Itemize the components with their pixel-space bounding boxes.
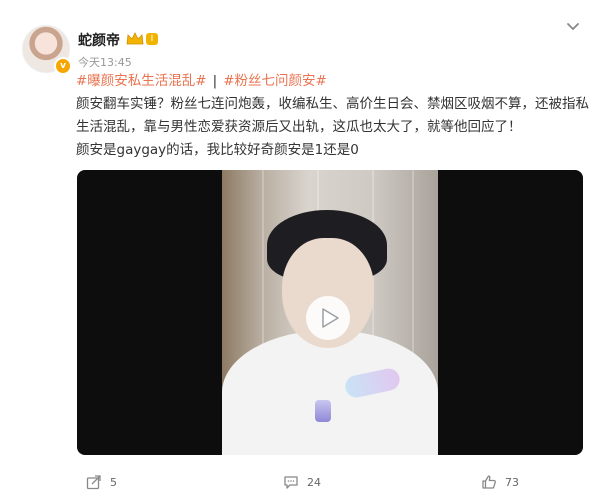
chevron-down-icon[interactable] — [566, 22, 580, 32]
weibo-post: v 蛇颜帝 I 今天13:45 #曝颜安私生活混乱# | #粉丝七问颜安# 颜安翻车… — [0, 0, 600, 497]
verified-badge-icon: v — [54, 57, 72, 75]
video-player[interactable] — [77, 170, 583, 455]
video-prop-cup — [315, 400, 331, 422]
post-text-line-3: 颜安是gaygay的话，我比较好奇颜安是1还是0 — [76, 142, 359, 158]
comment-button[interactable]: 24 — [283, 472, 321, 492]
username[interactable]: 蛇颜帝 — [78, 30, 120, 50]
action-bar: 5 24 73 — [0, 468, 600, 494]
hashtag-separator: | — [212, 73, 218, 89]
share-count: 5 — [110, 475, 117, 489]
like-count: 73 — [505, 475, 519, 489]
comment-icon — [284, 476, 298, 489]
hashtag-link-2[interactable]: #粉丝七问颜安# — [223, 73, 327, 89]
post-text-line-1: 颜安翻车实锤？粉丝七连问炮轰，收编私生、高价生日会、禁烟区吸烟不算，还被指私 — [76, 96, 589, 112]
level-badge: I — [146, 33, 158, 45]
share-button[interactable]: 5 — [86, 472, 117, 492]
hashtag-row: #曝颜安私生活混乱# | #粉丝七问颜安# — [76, 70, 588, 93]
post-timestamp: 今天13:45 — [78, 56, 132, 69]
play-icon[interactable] — [305, 295, 351, 341]
like-button[interactable]: 73 — [481, 472, 519, 492]
post-content: #曝颜安私生活混乱# | #粉丝七问颜安# 颜安翻车实锤？粉丝七连问炮轰，收编私生、… — [76, 70, 589, 162]
thumbs-up-icon — [482, 475, 496, 489]
comment-count: 24 — [307, 475, 321, 489]
share-icon — [86, 475, 101, 490]
crown-icon — [126, 32, 144, 45]
hashtag-link-1[interactable]: #曝颜安私生活混乱# — [76, 73, 207, 89]
video-person — [222, 330, 438, 455]
post-text-line-2: 生活混乱，靠与男性恋爱获资源后又出轨，这瓜也太大了，就等他回应了！ — [76, 119, 522, 135]
